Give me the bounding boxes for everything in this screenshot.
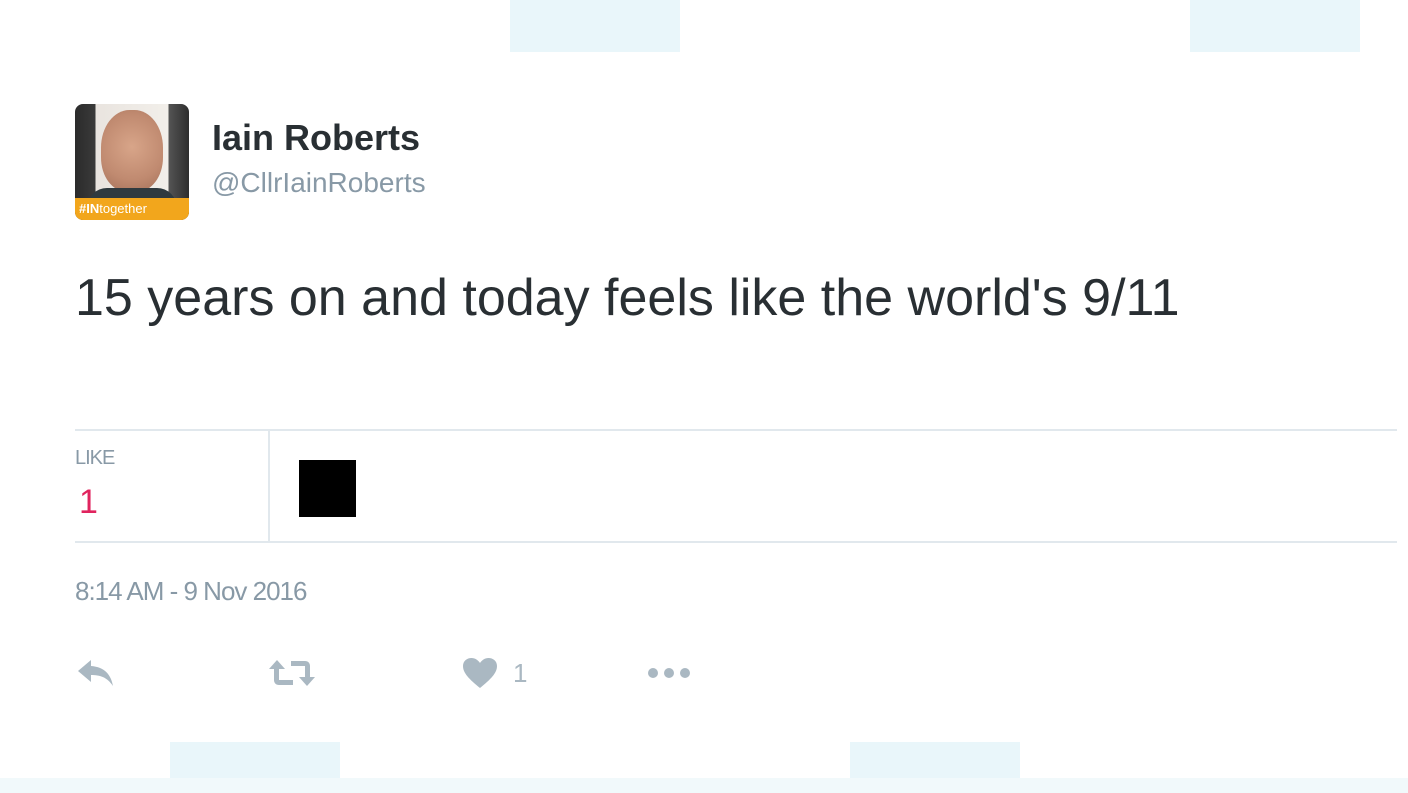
- background-patch: [1190, 0, 1360, 52]
- avatar-badge-rest: together: [99, 201, 147, 216]
- background-patch: [850, 742, 1020, 778]
- reply-icon: [75, 656, 117, 690]
- tweet-text: 15 years on and today feels like the wor…: [75, 269, 1180, 327]
- user-handle[interactable]: @CllrIainRoberts: [212, 166, 426, 200]
- tweet-stats: LIKE 1: [75, 429, 1397, 543]
- liker-avatar[interactable]: [299, 460, 356, 517]
- tweet-card: #INtogether Iain Roberts @CllrIainRobert…: [0, 0, 1408, 793]
- like-button[interactable]: 1: [461, 650, 527, 696]
- tweet-header: #INtogether Iain Roberts @CllrIainRobert…: [75, 104, 426, 220]
- tweet-actions: 1: [75, 650, 775, 696]
- heart-icon: [461, 656, 499, 690]
- retweet-icon: [267, 656, 317, 690]
- retweet-button[interactable]: [267, 650, 317, 696]
- like-stat-label: LIKE: [75, 447, 115, 469]
- avatar-badge-bold: #IN: [79, 201, 100, 216]
- avatar[interactable]: #INtogether: [75, 104, 189, 220]
- like-stat[interactable]: LIKE 1: [75, 431, 270, 541]
- like-stat-count: 1: [79, 483, 98, 521]
- display-name[interactable]: Iain Roberts: [212, 118, 426, 158]
- more-button[interactable]: [645, 650, 695, 696]
- background-patch: [510, 0, 680, 52]
- more-dots-icon: [645, 663, 695, 683]
- user-names: Iain Roberts @CllrIainRoberts: [212, 104, 426, 200]
- like-action-count: 1: [513, 657, 528, 688]
- avatar-face: [101, 110, 163, 192]
- background-patch: [0, 778, 1408, 793]
- tweet-timestamp[interactable]: 8:14 AM - 9 Nov 2016: [75, 576, 307, 607]
- background-patch: [170, 742, 340, 778]
- avatar-badge: #INtogether: [75, 198, 189, 220]
- reply-button[interactable]: [75, 650, 117, 696]
